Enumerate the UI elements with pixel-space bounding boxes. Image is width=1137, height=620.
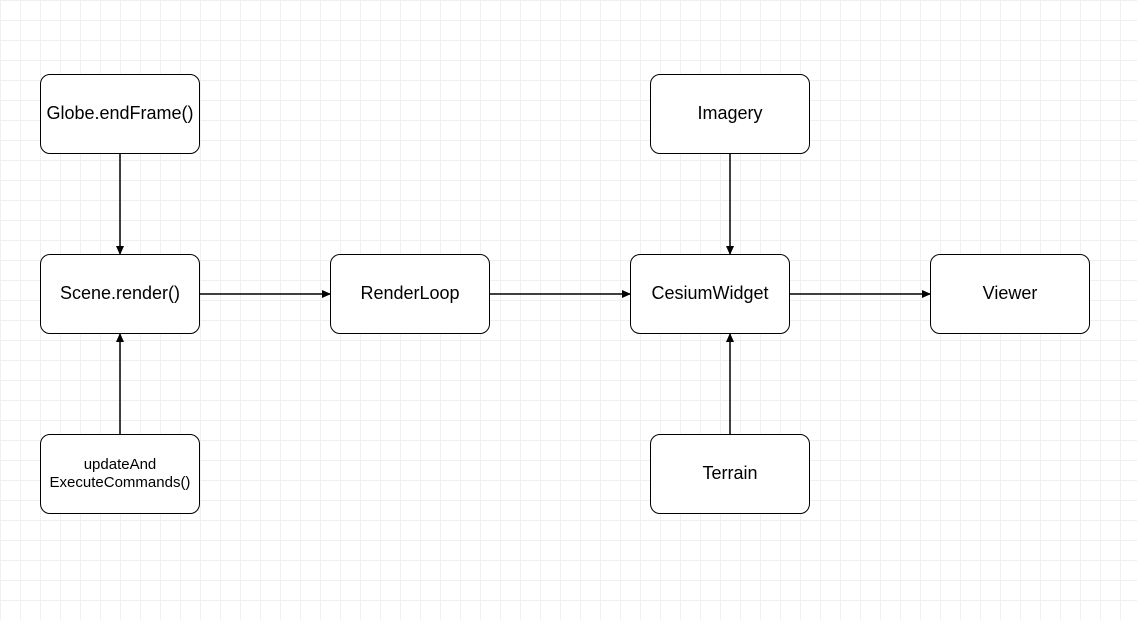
node-label: Scene.render() xyxy=(60,283,180,305)
node-globe-endframe[interactable]: Globe.endFrame() xyxy=(40,74,200,154)
node-cesiumwidget[interactable]: CesiumWidget xyxy=(630,254,790,334)
node-label-line2: ExecuteCommands() xyxy=(50,474,191,492)
node-label: Globe.endFrame() xyxy=(46,103,193,125)
node-label: RenderLoop xyxy=(360,283,459,305)
node-terrain[interactable]: Terrain xyxy=(650,434,810,514)
node-viewer[interactable]: Viewer xyxy=(930,254,1090,334)
node-scene-render[interactable]: Scene.render() xyxy=(40,254,200,334)
node-label: CesiumWidget xyxy=(651,283,768,305)
node-label: Viewer xyxy=(983,283,1038,305)
node-renderloop[interactable]: RenderLoop xyxy=(330,254,490,334)
node-label: Imagery xyxy=(697,103,762,125)
node-update-execute-commands[interactable]: updateAnd ExecuteCommands() xyxy=(40,434,200,514)
node-label-line1: updateAnd xyxy=(84,456,157,474)
diagram-canvas: Globe.endFrame() Scene.render() updateAn… xyxy=(0,0,1137,620)
node-imagery[interactable]: Imagery xyxy=(650,74,810,154)
node-label: Terrain xyxy=(702,463,757,485)
